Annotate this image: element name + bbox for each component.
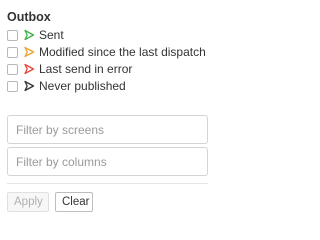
outbox-filter-panel: Outbox Sent Modified since the last disp…: [0, 0, 216, 220]
never-published-label: Never published: [39, 79, 126, 93]
outbox-title: Outbox: [7, 10, 51, 24]
apply-button[interactable]: Apply: [7, 192, 49, 212]
error-label: Last send in error: [39, 62, 133, 76]
option-modified[interactable]: Modified since the last dispatch: [7, 44, 206, 60]
modified-checkbox[interactable]: [7, 46, 18, 58]
filter-screens-input[interactable]: [7, 115, 208, 144]
option-error[interactable]: Last send in error: [7, 61, 132, 77]
option-sent[interactable]: Sent: [7, 27, 64, 43]
divider: [7, 183, 208, 184]
modified-label: Modified since the last dispatch: [39, 45, 206, 59]
sent-checkbox[interactable]: [7, 29, 18, 41]
never-published-checkbox[interactable]: [7, 80, 18, 92]
black-flag-icon: [24, 80, 35, 92]
option-never-published[interactable]: Never published: [7, 78, 126, 94]
red-flag-icon: [24, 63, 35, 75]
error-checkbox[interactable]: [7, 63, 18, 75]
sent-label: Sent: [39, 28, 64, 42]
clear-button[interactable]: Clear: [55, 192, 93, 212]
filter-columns-input[interactable]: [7, 147, 208, 176]
green-flag-icon: [24, 29, 35, 41]
orange-flag-icon: [24, 46, 35, 58]
